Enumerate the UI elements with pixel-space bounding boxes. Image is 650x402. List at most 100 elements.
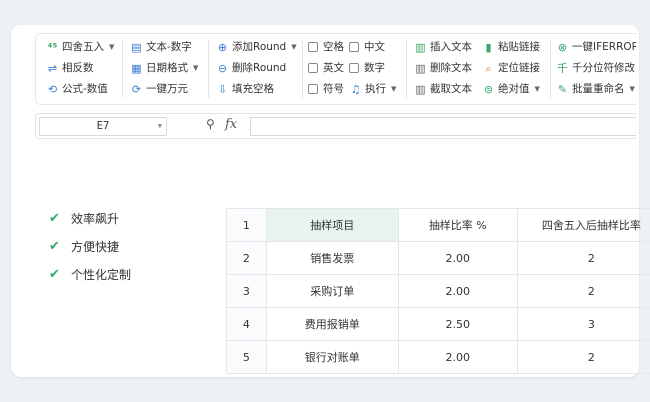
- table-cell[interactable]: 2.50: [397, 307, 518, 341]
- table-header-row: 1 抽样项目 抽样比率 % 四舍五入后抽样比率: [226, 208, 650, 242]
- cut-text-label: 截取文本: [430, 83, 472, 95]
- date-format-button[interactable]: ▦ 日期格式 ▼: [130, 58, 198, 78]
- insert-text-label: 插入文本: [430, 41, 472, 53]
- round-icon: ⁴⁵: [47, 40, 58, 54]
- delete-round-label: 删除Round: [232, 62, 287, 74]
- number-checkbox[interactable]: 数字: [349, 58, 385, 78]
- row-number[interactable]: 2: [226, 241, 267, 275]
- table-cell[interactable]: 2: [516, 274, 650, 308]
- checkbox-box: [349, 63, 359, 73]
- fill-blank-button[interactable]: ⇩ 填充空格: [216, 79, 274, 99]
- chevron-down-icon: ▼: [109, 43, 115, 51]
- formula-to-value-button[interactable]: ⟲ 公式-数值: [46, 79, 108, 99]
- thousand-separator-button[interactable]: 千 千分位符修改: [556, 58, 635, 78]
- bell-icon: ♫: [350, 82, 361, 96]
- abs-icon: ⊜: [483, 82, 494, 96]
- checkbox-box: [308, 42, 318, 52]
- opposite-number-button[interactable]: ⇌ 相反数: [46, 58, 94, 78]
- header-cell[interactable]: 抽样项目: [265, 208, 399, 242]
- table-row: 5 银行对账单 2.00 2: [226, 340, 650, 374]
- name-box[interactable]: E7 ▼: [39, 117, 167, 136]
- cut-text-button[interactable]: ▥ 截取文本: [414, 79, 472, 99]
- table-row: 3 采购订单 2.00 2: [226, 274, 650, 308]
- row-number[interactable]: 5: [226, 340, 267, 374]
- table-cell[interactable]: 3: [516, 307, 650, 341]
- abs-button[interactable]: ⊜ 绝对值 ▼: [482, 79, 540, 99]
- date-format-label: 日期格式: [146, 62, 188, 74]
- table-cell[interactable]: 2: [516, 340, 650, 374]
- space-checkbox[interactable]: 空格: [308, 37, 344, 57]
- cut-text-icon: ▥: [415, 82, 426, 96]
- fx-icon[interactable]: fx: [225, 117, 237, 132]
- locate-link-label: 定位链接: [498, 62, 540, 74]
- locate-link-icon: ⌕: [485, 61, 492, 75]
- batch-rename-label: 批量重命名: [572, 83, 625, 95]
- text-to-number-label: 文本-数字: [146, 41, 192, 53]
- swap-icon: ⇌: [47, 61, 58, 75]
- one-click-wan-button[interactable]: ⟳ 一键万元: [130, 79, 188, 99]
- english-checkbox[interactable]: 英文: [308, 58, 344, 78]
- symbol-checkbox[interactable]: 符号: [308, 79, 344, 99]
- ribbon-toolbar: ⁴⁵ 四舍五入 ▼ ⇌ 相反数 ⟲ 公式-数值 ▤ 文本-数字 ▦ 日期格式 ▼…: [35, 33, 636, 105]
- delete-text-button[interactable]: ▥ 删除文本: [414, 58, 472, 78]
- table-cell[interactable]: 2.00: [397, 274, 518, 308]
- check-icon: ✔: [49, 267, 60, 282]
- delete-text-label: 删除文本: [430, 62, 472, 74]
- header-cell[interactable]: 四舍五入后抽样比率: [516, 208, 650, 242]
- chinese-label: 中文: [364, 41, 385, 53]
- cell-reference: E7: [96, 120, 110, 132]
- locate-link-button[interactable]: ⌕ 定位链接: [482, 58, 540, 78]
- feature-item: ✔ 效率飙升: [49, 208, 131, 236]
- chinese-checkbox[interactable]: 中文: [349, 37, 385, 57]
- iferror-label: 一键IFERROR: [572, 41, 636, 53]
- feature-list: ✔ 效率飙升 ✔ 方便快捷 ✔ 个性化定制: [49, 208, 131, 292]
- abs-label: 绝对值: [498, 83, 530, 95]
- add-round-button[interactable]: ⊕ 添加Round ▼: [216, 37, 297, 57]
- iferror-button[interactable]: ⊗ 一键IFERROR: [556, 37, 636, 57]
- space-label: 空格: [323, 41, 344, 53]
- formula-input[interactable]: [250, 117, 636, 136]
- feature-label: 效率飙升: [71, 212, 120, 226]
- header-cell[interactable]: 抽样比率 %: [397, 208, 518, 242]
- insert-text-button[interactable]: ▥ 插入文本: [414, 37, 472, 57]
- text-number-icon: ▤: [131, 40, 142, 54]
- checkbox-box: [308, 84, 318, 94]
- table-cell[interactable]: 采购订单: [265, 274, 399, 308]
- add-round-icon: ⊕: [217, 40, 228, 54]
- formula-bar: E7 ▼ ⚲ fx: [35, 113, 636, 139]
- thousand-icon: 千: [557, 61, 568, 75]
- execute-button[interactable]: ♫ 执行 ▼: [349, 79, 397, 99]
- divider: [406, 40, 407, 98]
- formula-to-value-label: 公式-数值: [62, 83, 108, 95]
- divider: [208, 40, 209, 98]
- chevron-down-icon: ▼: [391, 85, 397, 93]
- table-cell[interactable]: 销售发票: [265, 241, 399, 275]
- table-cell[interactable]: 2.00: [397, 241, 518, 275]
- paste-link-icon: ▮: [485, 40, 492, 54]
- chevron-down-icon: ▼: [629, 85, 635, 93]
- round-button[interactable]: ⁴⁵ 四舍五入 ▼: [46, 37, 115, 57]
- opposite-number-label: 相反数: [62, 62, 94, 74]
- spreadsheet-grid: 1 抽样项目 抽样比率 % 四舍五入后抽样比率 2 销售发票 2.00 2 3 …: [226, 208, 650, 374]
- row-number[interactable]: 1: [226, 208, 267, 242]
- divider: [122, 40, 123, 98]
- table-cell[interactable]: 2.00: [397, 340, 518, 374]
- chevron-down-icon: ▼: [193, 64, 199, 72]
- paste-link-button[interactable]: ▮ 粘贴链接: [482, 37, 540, 57]
- feature-item: ✔ 个性化定制: [49, 264, 131, 292]
- feature-label: 方便快捷: [71, 240, 120, 254]
- batch-rename-button[interactable]: ✎ 批量重命名 ▼: [556, 79, 635, 99]
- zoom-icon[interactable]: ⚲: [206, 117, 215, 131]
- delete-round-button[interactable]: ⊖ 删除Round: [216, 58, 286, 78]
- table-cell[interactable]: 银行对账单: [265, 340, 399, 374]
- symbol-label: 符号: [323, 83, 344, 95]
- row-number[interactable]: 3: [226, 274, 267, 308]
- add-round-label: 添加Round: [232, 41, 287, 53]
- table-cell[interactable]: 费用报销单: [265, 307, 399, 341]
- table-cell[interactable]: 2: [516, 241, 650, 275]
- text-to-number-button[interactable]: ▤ 文本-数字: [130, 37, 192, 57]
- one-click-wan-label: 一键万元: [146, 83, 188, 95]
- row-number[interactable]: 4: [226, 307, 267, 341]
- chevron-down-icon[interactable]: ▼: [158, 118, 162, 135]
- divider: [550, 40, 551, 98]
